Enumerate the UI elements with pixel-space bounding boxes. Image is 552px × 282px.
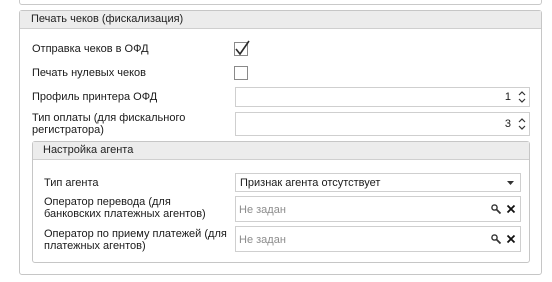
agent-type-select[interactable]: Признак агента отсутствует bbox=[235, 173, 521, 192]
search-icon[interactable] bbox=[491, 234, 502, 245]
payment-operator-label: Оператор по приему платежей (для платежн… bbox=[44, 228, 227, 252]
chevron-down-icon[interactable] bbox=[507, 181, 514, 185]
payment-operator-placeholder: Не задан bbox=[239, 234, 286, 246]
payment-type-spinner[interactable]: 3 bbox=[235, 112, 530, 136]
close-icon[interactable] bbox=[506, 204, 516, 214]
section-title: Печать чеков (фискализация) bbox=[20, 11, 541, 29]
payment-type-value: 3 bbox=[504, 118, 511, 130]
printer-profile-label: Профиль принтера ОФД bbox=[32, 91, 158, 103]
agent-settings-title: Настройка агента bbox=[33, 142, 529, 160]
agent-settings-group: Настройка агента Тип агента Признак аген… bbox=[32, 141, 530, 263]
close-icon[interactable] bbox=[506, 234, 516, 244]
fiscalization-section: Печать чеков (фискализация) Отправка чек… bbox=[19, 10, 542, 275]
transfer-operator-label: Оператор перевода (для банковских платеж… bbox=[44, 196, 206, 220]
agent-type-label: Тип агента bbox=[44, 177, 99, 189]
printer-profile-value: 1 bbox=[504, 91, 511, 103]
agent-type-value: Признак агента отсутствует bbox=[240, 177, 381, 189]
printer-profile-spinner[interactable]: 1 bbox=[235, 87, 530, 107]
payment-operator-lookup[interactable]: Не задан bbox=[235, 226, 521, 252]
search-icon[interactable] bbox=[491, 204, 502, 215]
print-zero-label: Печать нулевых чеков bbox=[32, 67, 147, 79]
previous-panel-edge bbox=[19, 0, 542, 5]
spin-arrows-icon[interactable] bbox=[518, 90, 526, 104]
send-to-ofd-label: Отправка чеков в ОФД bbox=[32, 43, 149, 55]
spin-arrows-icon[interactable] bbox=[518, 117, 526, 131]
transfer-operator-placeholder: Не задан bbox=[239, 204, 286, 216]
payment-type-label: Тип оплаты (для фискального регистратора… bbox=[32, 112, 186, 136]
transfer-operator-lookup[interactable]: Не задан bbox=[235, 196, 521, 222]
print-zero-checkbox[interactable] bbox=[234, 66, 248, 80]
send-to-ofd-checkbox[interactable] bbox=[234, 40, 250, 56]
checkmark-icon bbox=[235, 40, 250, 56]
